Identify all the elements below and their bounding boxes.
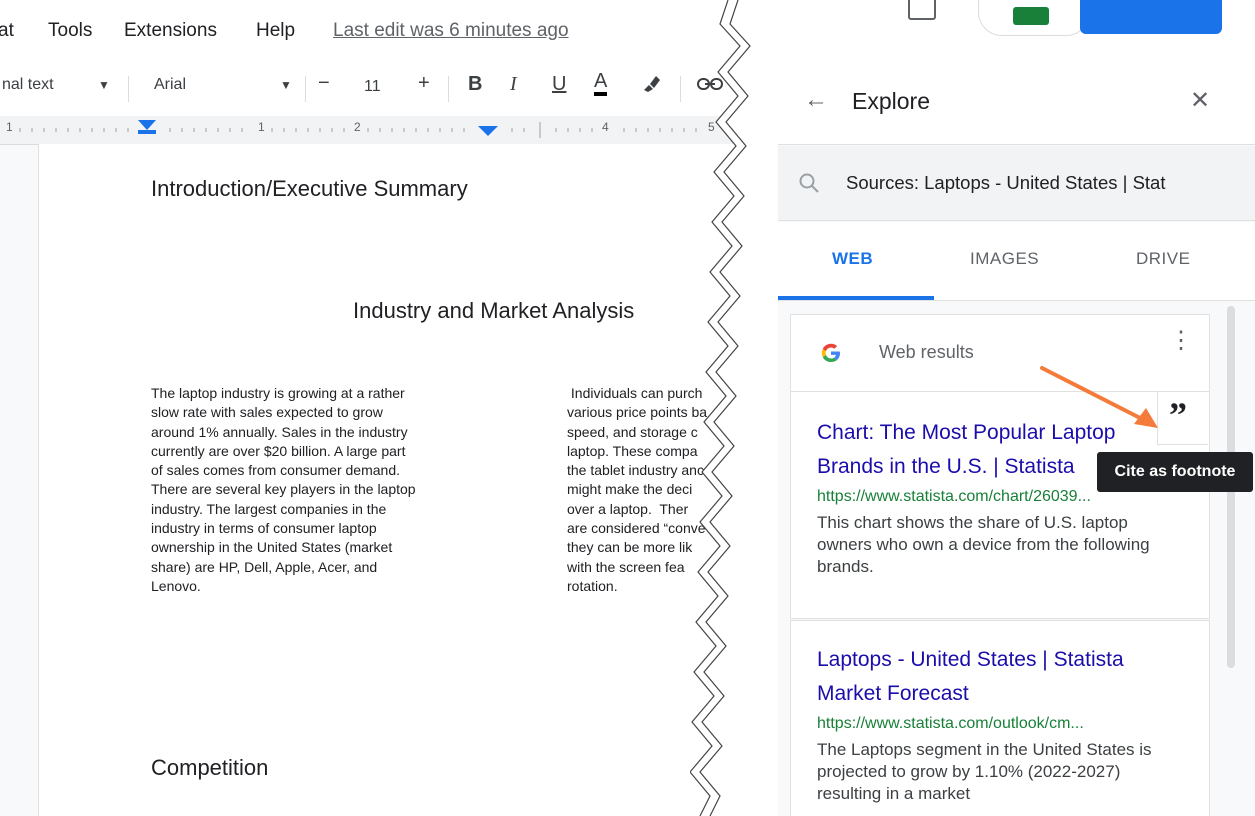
share-button[interactable] — [1080, 0, 1222, 34]
last-edit-link[interactable]: Last edit was 6 minutes ago — [333, 20, 569, 42]
explore-header: ← Explore ✕ — [778, 60, 1255, 145]
search-result-card[interactable]: Laptops - United States | Statista Marke… — [790, 620, 1210, 816]
toolbar-divider — [448, 76, 449, 102]
ruler-mark: 2 — [354, 120, 361, 134]
ruler-mark: 4 — [602, 120, 609, 134]
ruler: 1 1 2 4 5 — [0, 116, 760, 145]
font-select[interactable]: Arial — [154, 76, 186, 94]
formatting-toolbar: nal text ▼ Arial ▼ − 11 + B I U A ^ — [0, 64, 760, 116]
result-title-link[interactable]: Laptops - United States | Statista Marke… — [817, 643, 1187, 711]
menu-bar: at Tools Extensions Help Last edit was 6… — [0, 0, 760, 64]
cite-tooltip: Cite as footnote — [1097, 452, 1253, 492]
document-page[interactable]: Introduction/Executive Summary Industry … — [38, 144, 760, 816]
search-icon — [799, 173, 819, 193]
highlight-pen-icon[interactable] — [640, 72, 662, 99]
chevron-down-icon[interactable]: ▼ — [98, 78, 110, 92]
font-size-input[interactable]: 11 — [364, 78, 381, 96]
torn-divider — [690, 0, 770, 816]
tab-web[interactable]: WEB — [832, 249, 873, 269]
explore-search[interactable]: Sources: Laptops - United States | Stat — [778, 146, 1255, 221]
quote-icon: ” — [1169, 395, 1187, 435]
increase-font-button[interactable]: + — [418, 72, 430, 95]
toolbar-divider — [305, 76, 306, 102]
active-tab-indicator — [778, 296, 934, 300]
web-results-label: Web results — [879, 342, 974, 362]
top-bar — [778, 0, 1255, 60]
result-snippet: The Laptops segment in the United States… — [817, 740, 1152, 803]
more-options-icon[interactable]: ⋮ — [1169, 329, 1193, 353]
heading-competition: Competition — [151, 755, 269, 780]
menu-item-format[interactable]: at — [0, 20, 14, 42]
paragraph-column-1: The laptop industry is growing at a rath… — [151, 385, 416, 594]
close-icon[interactable]: ✕ — [1190, 86, 1210, 115]
decrease-font-button[interactable]: − — [318, 72, 330, 95]
meet-icon — [1013, 7, 1049, 25]
menu-item-extensions[interactable]: Extensions — [124, 20, 217, 42]
document-area: at Tools Extensions Help Last edit was 6… — [0, 0, 760, 816]
toolbar-divider — [680, 76, 681, 102]
google-logo-icon — [821, 343, 840, 362]
annotation-arrow — [1040, 366, 1158, 428]
meet-button[interactable] — [978, 0, 1090, 36]
italic-button[interactable]: I — [510, 73, 517, 96]
back-arrow-icon[interactable]: ← — [804, 86, 828, 114]
ruler-mark: 1 — [6, 120, 13, 134]
style-select[interactable]: nal text — [2, 76, 54, 94]
heading-industry-analysis: Industry and Market Analysis — [353, 298, 635, 323]
result-snippet: This chart shows the share of U.S. lapto… — [817, 513, 1150, 576]
tab-drive[interactable]: DRIVE — [1136, 249, 1190, 269]
heading-introduction: Introduction/Executive Summary — [151, 176, 468, 201]
explore-panel: ← Explore ✕ Sources: Laptops - United St… — [778, 0, 1255, 816]
text-color-button[interactable]: A — [594, 70, 608, 96]
comment-icon[interactable] — [908, 0, 936, 20]
ruler-mark: 1 — [258, 120, 265, 134]
bold-button[interactable]: B — [468, 73, 482, 96]
search-input[interactable]: Sources: Laptops - United States | Stat — [846, 172, 1165, 194]
explore-title: Explore — [852, 88, 930, 114]
result-url: https://www.statista.com/outlook/cm... — [817, 715, 1084, 732]
tab-images[interactable]: IMAGES — [970, 249, 1039, 269]
chevron-down-icon[interactable]: ▼ — [280, 78, 292, 92]
toolbar-divider — [128, 76, 129, 102]
ruler-ticks — [19, 120, 697, 138]
underline-button[interactable]: U — [552, 73, 566, 96]
menu-item-help[interactable]: Help — [256, 20, 295, 42]
menu-item-tools[interactable]: Tools — [48, 20, 92, 42]
explore-tabs: WEB IMAGES DRIVE — [778, 222, 1255, 301]
